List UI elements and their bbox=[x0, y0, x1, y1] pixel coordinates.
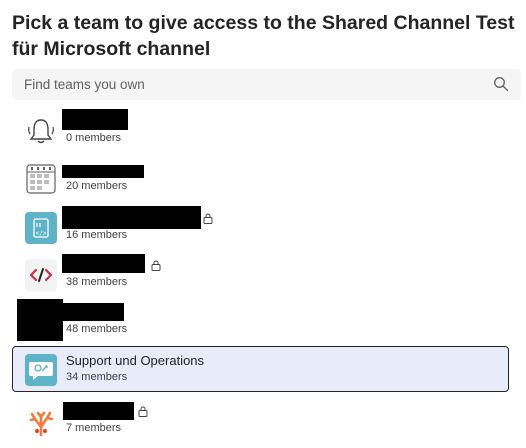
dialog-title: Pick a team to give access to the Shared… bbox=[12, 12, 515, 60]
member-count: 48 members bbox=[66, 323, 128, 335]
redacted-team-name bbox=[62, 206, 201, 229]
lock-icon bbox=[151, 260, 161, 271]
redacted-team-name bbox=[62, 165, 144, 178]
team-row-selected[interactable]: Support und Operations 34 members bbox=[12, 346, 509, 392]
member-count: 16 members bbox=[66, 229, 128, 241]
search-box[interactable] bbox=[12, 69, 521, 100]
member-count: 38 members bbox=[66, 276, 128, 288]
bell-icon bbox=[25, 115, 57, 147]
code-brackets-icon bbox=[25, 259, 57, 291]
redacted-team-name bbox=[62, 254, 145, 273]
member-count: 20 members bbox=[66, 180, 128, 192]
lock-icon bbox=[203, 213, 213, 224]
member-count: 0 members bbox=[66, 132, 122, 144]
team-row[interactable]: 20 members bbox=[12, 155, 509, 201]
calendar-grid-icon bbox=[25, 163, 57, 195]
team-name: Support und Operations bbox=[66, 353, 205, 368]
search-icon[interactable] bbox=[493, 76, 509, 92]
lock-icon bbox=[138, 406, 148, 417]
team-row[interactable]: 7 members bbox=[12, 397, 509, 443]
svg-text:</>: </> bbox=[36, 230, 47, 237]
code-document-icon: </> bbox=[25, 212, 57, 244]
member-count: 34 members bbox=[66, 371, 128, 383]
team-row[interactable]: 48 members bbox=[12, 298, 509, 344]
redacted-team-name bbox=[62, 109, 128, 130]
redacted-team-name bbox=[63, 402, 134, 420]
search-input[interactable] bbox=[12, 69, 482, 100]
redacted-team-name bbox=[62, 303, 124, 321]
member-count: 7 members bbox=[66, 422, 122, 434]
coral-icon bbox=[25, 405, 57, 437]
team-row[interactable]: 38 members bbox=[12, 251, 509, 297]
team-row[interactable]: </> 16 members bbox=[12, 204, 509, 250]
redacted-avatar bbox=[17, 299, 63, 341]
team-row[interactable]: 0 members bbox=[12, 107, 509, 153]
support-chat-icon bbox=[25, 354, 57, 386]
